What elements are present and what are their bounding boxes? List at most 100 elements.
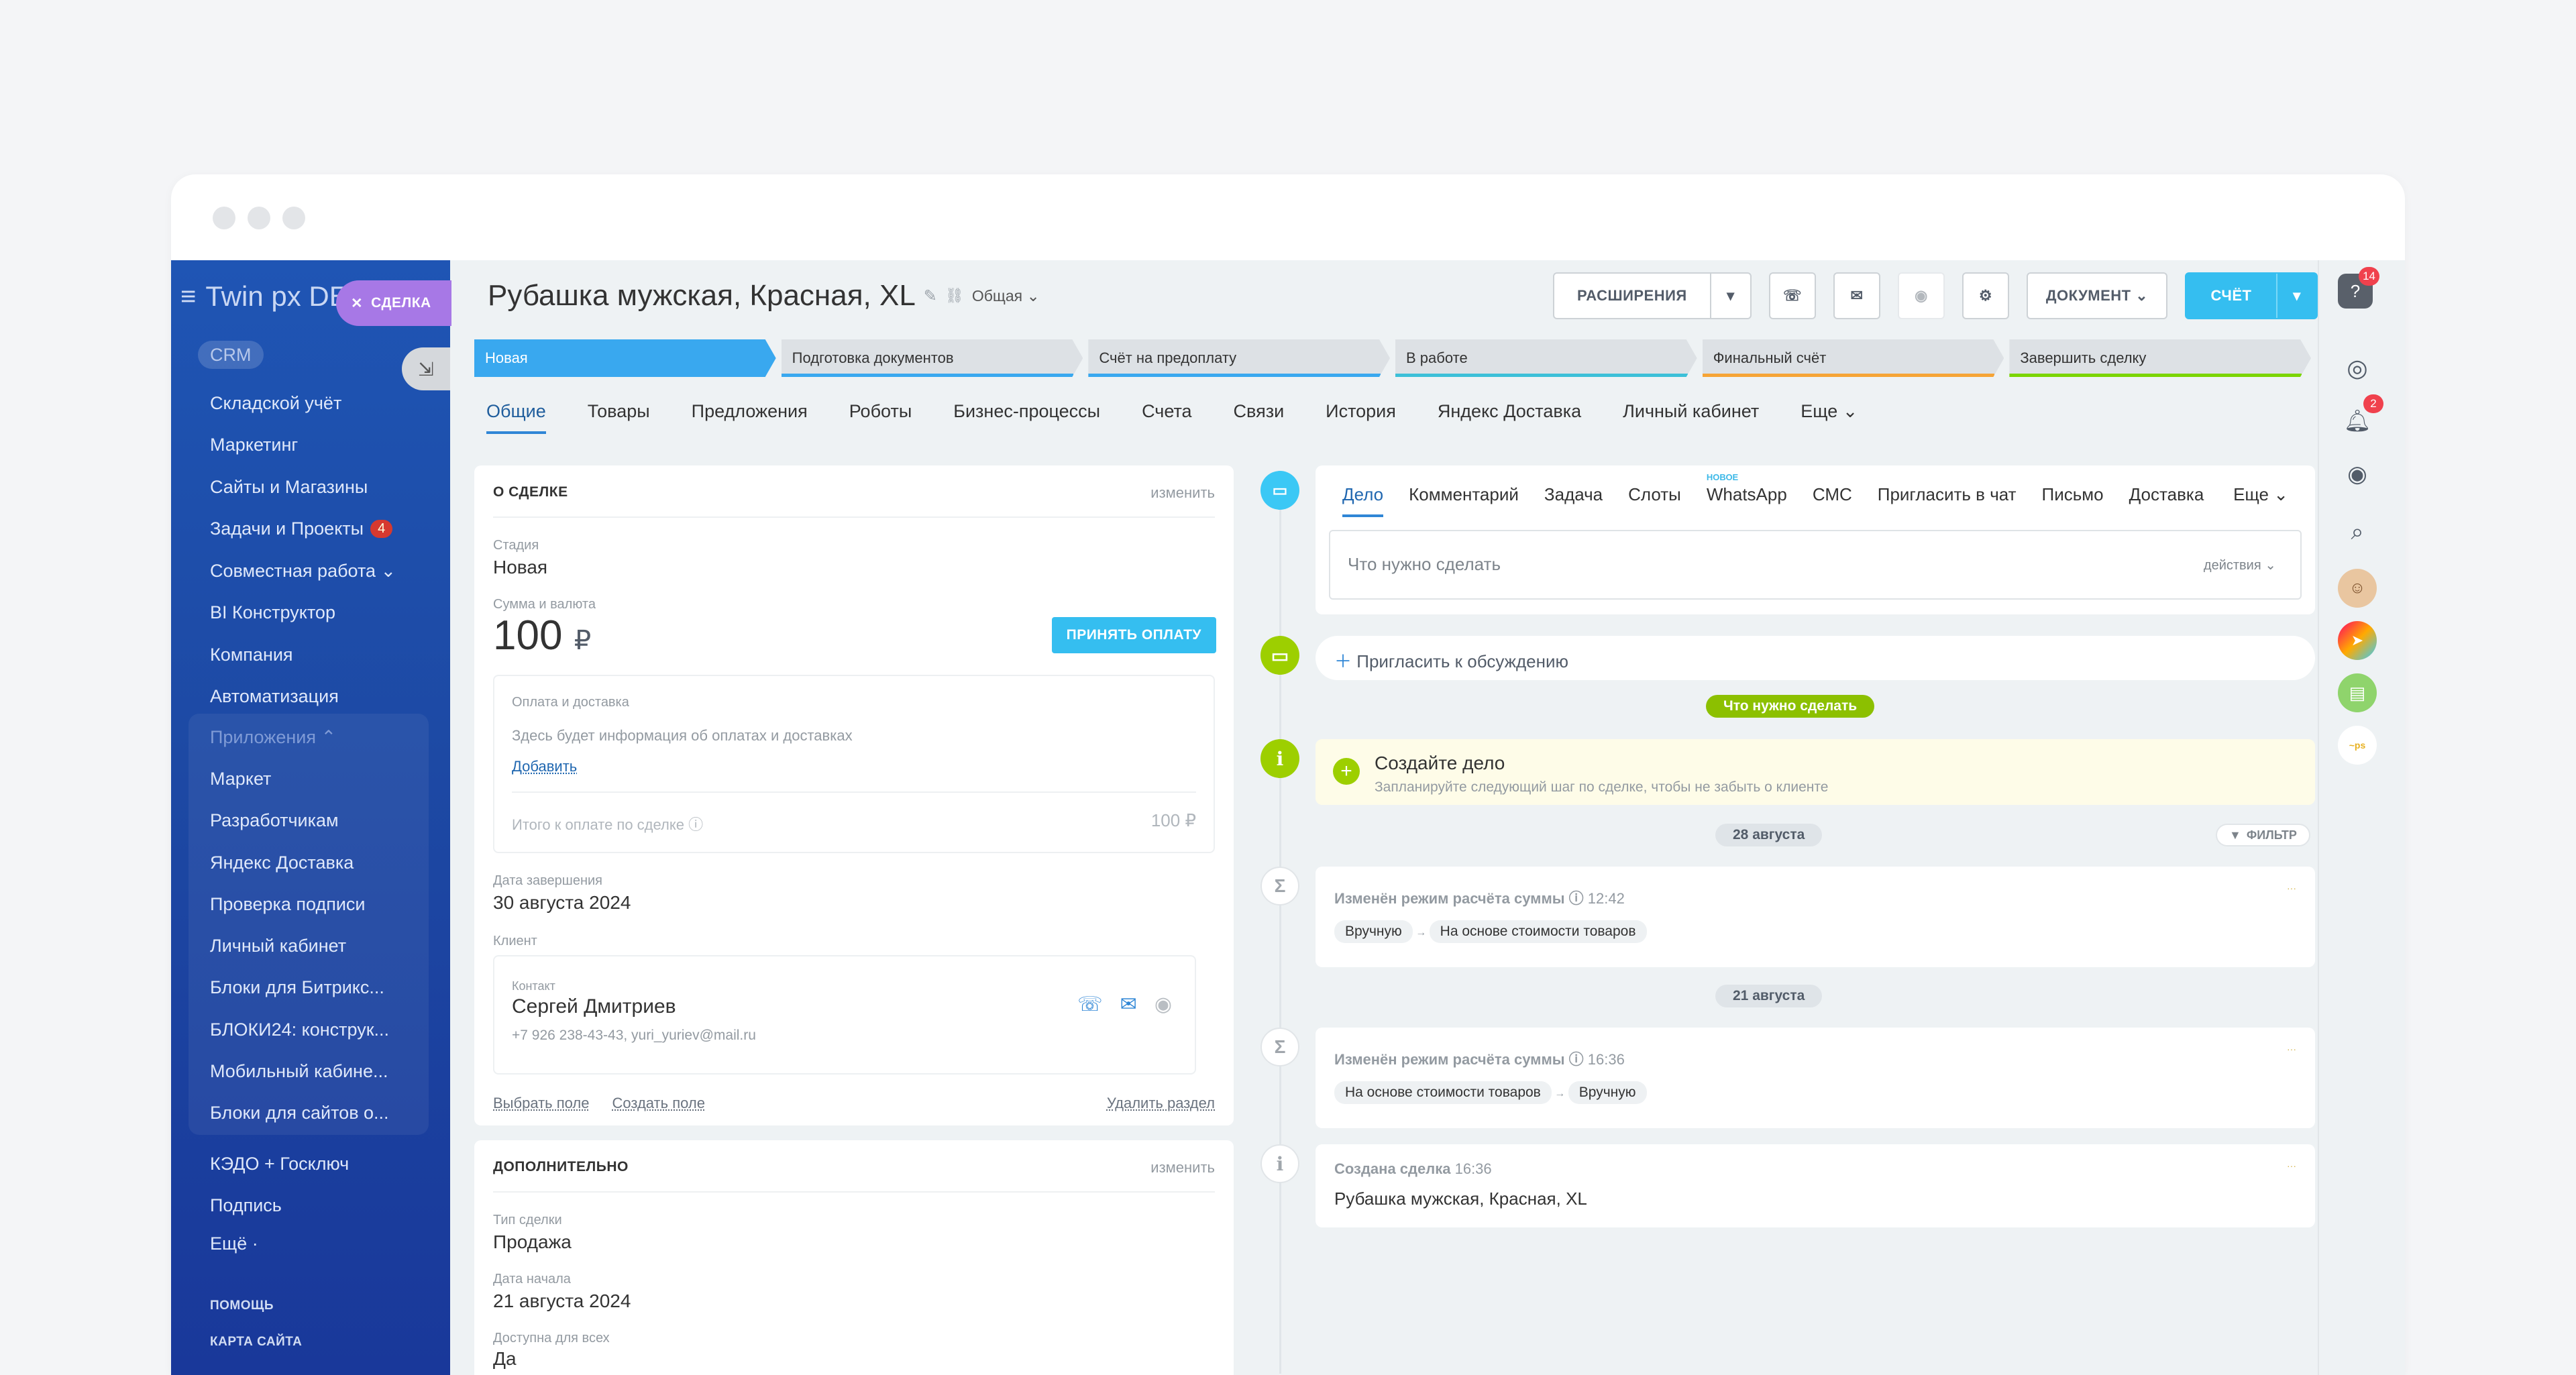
menu-icon[interactable]: ≡: [180, 282, 196, 312]
tab-history[interactable]: История: [1326, 401, 1396, 434]
chevron-down-icon[interactable]: ▾: [1709, 274, 1750, 318]
activity-more[interactable]: Еще ⌄: [2233, 484, 2288, 505]
sidebar-item-developers[interactable]: Разработчикам: [210, 800, 425, 842]
sidebar-item-collab[interactable]: Совместная работа ⌄: [210, 550, 438, 592]
search-icon[interactable]: ⌕: [2338, 512, 2377, 551]
sidebar-item-automation[interactable]: Автоматизация: [210, 676, 438, 718]
sidebar-item-blocks[interactable]: Блоки для Битрикс...: [210, 967, 425, 1009]
sitemap-link[interactable]: КАРТА САЙТА: [210, 1335, 302, 1350]
sidebar-item-cabinet[interactable]: Личный кабинет: [210, 925, 425, 967]
sidebar-item-more[interactable]: Ещё ·: [210, 1227, 425, 1260]
tab-links[interactable]: Связи: [1234, 401, 1285, 434]
minimize-dot[interactable]: [248, 207, 270, 229]
phone-icon[interactable]: ☏: [1077, 993, 1103, 1016]
help-icon[interactable]: ⓘ: [1569, 890, 1584, 907]
start-date-value[interactable]: 21 августа 2024: [493, 1290, 631, 1312]
sidebar-item-signature-check[interactable]: Проверка подписи: [210, 883, 425, 925]
tab-sms[interactable]: СМС: [1813, 484, 1852, 517]
help-icon[interactable]: ⓘ: [688, 816, 703, 833]
contact-name[interactable]: Сергей Дмитриев: [512, 995, 676, 1018]
sidebar-item-company[interactable]: Компания: [210, 634, 438, 676]
invoice-button[interactable]: СЧЁТ ▾: [2185, 272, 2318, 319]
close-dot[interactable]: [213, 207, 235, 229]
stage-field-value[interactable]: Новая: [493, 557, 547, 578]
tab-activity[interactable]: Дело: [1342, 484, 1384, 517]
tab-invite-chat[interactable]: Пригласить в чат: [1878, 484, 2017, 517]
tab-invoices[interactable]: Счета: [1142, 401, 1191, 434]
more-dots-icon[interactable]: ···: [2287, 883, 2296, 893]
sidebar-item-sites[interactable]: Сайты и Магазины: [210, 466, 438, 508]
mail-icon[interactable]: ✉: [1120, 993, 1137, 1016]
sidebar-item-site-blocks[interactable]: Блоки для сайтов о...: [210, 1093, 425, 1134]
deal-close-button[interactable]: ✕ СДЕЛКА: [336, 280, 451, 326]
link-icon[interactable]: ⛓: [945, 287, 964, 305]
edit-link[interactable]: изменить: [1150, 484, 1215, 502]
help-link[interactable]: ПОМОЩЬ: [210, 1299, 274, 1313]
tab-bp[interactable]: Бизнес-процессы: [953, 401, 1100, 434]
edit-pencil-icon[interactable]: ✎: [924, 286, 937, 306]
chevron-down-icon[interactable]: ▾: [2276, 274, 2316, 318]
delete-section-link[interactable]: Удалить раздел: [1107, 1095, 1215, 1112]
filter-button[interactable]: ▼ ФИЛЬТР: [2216, 824, 2310, 846]
sidebar-item-market[interactable]: Маркет: [210, 758, 425, 800]
sidebar-item-kedo[interactable]: КЭДО + Госключ: [210, 1143, 425, 1185]
stage-prepay[interactable]: Счёт на предоплату: [1088, 339, 1390, 377]
mail-icon[interactable]: ✉: [1833, 272, 1880, 319]
sidebar-item-warehouse[interactable]: Складской учёт: [210, 382, 438, 425]
bell-icon[interactable]: 🔔︎ 2: [2338, 394, 2383, 440]
gear-icon[interactable]: ⚙: [1962, 272, 2009, 319]
tab-comment[interactable]: Комментарий: [1409, 484, 1519, 517]
apps-header[interactable]: Приложения ⌃: [210, 716, 425, 758]
copilot-icon[interactable]: ◎: [2338, 349, 2377, 388]
tab-products[interactable]: Товары: [588, 401, 650, 434]
stage-final-invoice[interactable]: Финальный счёт: [1703, 339, 2004, 377]
brand[interactable]: ≡ Twin px DE: [180, 280, 348, 313]
stage-finish[interactable]: Завершить сделку: [2009, 339, 2311, 377]
stage-in-work[interactable]: В работе: [1395, 339, 1697, 377]
messenger-icon[interactable]: ◉: [2338, 455, 2377, 494]
sidebar-item-yandex[interactable]: Яндекс Доставка: [210, 842, 425, 883]
amount-field-value[interactable]: 100 ₽: [493, 612, 591, 659]
chat-icon[interactable]: ◉: [1898, 272, 1945, 319]
create-field-link[interactable]: Создать поле: [612, 1095, 704, 1112]
invite-discussion[interactable]: ＋ Пригласить к обсуждению: [1316, 636, 2315, 680]
type-value[interactable]: Продажа: [493, 1231, 572, 1253]
chat-icon[interactable]: ◉: [1155, 993, 1172, 1016]
tab-task[interactable]: Задача: [1544, 484, 1603, 517]
avatar[interactable]: ☺: [2338, 569, 2377, 608]
accept-payment-button[interactable]: ПРИНЯТЬ ОПЛАТУ: [1051, 617, 1216, 653]
sidebar-item-marketing[interactable]: Маркетинг: [210, 425, 438, 467]
todo-input[interactable]: Что нужно сделать действия ⌄: [1329, 530, 2302, 600]
tab-more[interactable]: Еще ⌄: [1801, 401, 1858, 434]
choose-field-link[interactable]: Выбрать поле: [493, 1095, 589, 1112]
app-sign-icon[interactable]: ~ps: [2338, 726, 2377, 765]
tab-yandex[interactable]: Яндекс Доставка: [1438, 401, 1581, 434]
sidebar-item-sign[interactable]: Подпись: [210, 1185, 425, 1227]
close-date-value[interactable]: 30 августа 2024: [493, 892, 631, 914]
more-dots-icon[interactable]: ···: [2287, 1160, 2296, 1171]
tab-letter[interactable]: Письмо: [2042, 484, 2104, 517]
phone-icon[interactable]: ☏: [1769, 272, 1816, 319]
created-body[interactable]: Рубашка мужская, Красная, XL: [1334, 1189, 1587, 1209]
sidebar-item-tasks[interactable]: Задачи и Проекты 4: [210, 508, 438, 551]
more-dots-icon[interactable]: ···: [2287, 1044, 2296, 1054]
sidebar-item-crm[interactable]: CRM: [198, 341, 264, 369]
actions-dropdown[interactable]: действия ⌄: [2204, 557, 2276, 573]
app-document-icon[interactable]: ▤: [2338, 673, 2377, 712]
sidebar-item-blocks24[interactable]: БЛОКИ24: конструк...: [210, 1009, 425, 1050]
help-icon[interactable]: ? 14: [2338, 267, 2379, 309]
tab-slots[interactable]: Слоты: [1628, 484, 1681, 517]
create-activity-card[interactable]: + Создайте дело Запланируйте следующий ш…: [1316, 739, 2315, 805]
tab-whatsapp[interactable]: НОВОЕ WhatsApp: [1707, 472, 1787, 517]
extensions-button[interactable]: РАСШИРЕНИЯ ▾: [1553, 272, 1752, 319]
maximize-dot[interactable]: [282, 207, 305, 229]
edit-link[interactable]: изменить: [1150, 1159, 1215, 1176]
document-button[interactable]: ДОКУМЕНТ ⌄: [2027, 272, 2167, 319]
tab-general[interactable]: Общие: [486, 401, 546, 434]
add-icon[interactable]: +: [1333, 758, 1360, 785]
tab-robots[interactable]: Роботы: [849, 401, 912, 434]
stage-docs[interactable]: Подготовка документов: [782, 339, 1083, 377]
category-select[interactable]: Общая ⌄: [972, 287, 1040, 305]
app-bird-icon[interactable]: ➤: [2338, 621, 2377, 660]
tab-delivery[interactable]: Доставка: [2129, 484, 2204, 517]
